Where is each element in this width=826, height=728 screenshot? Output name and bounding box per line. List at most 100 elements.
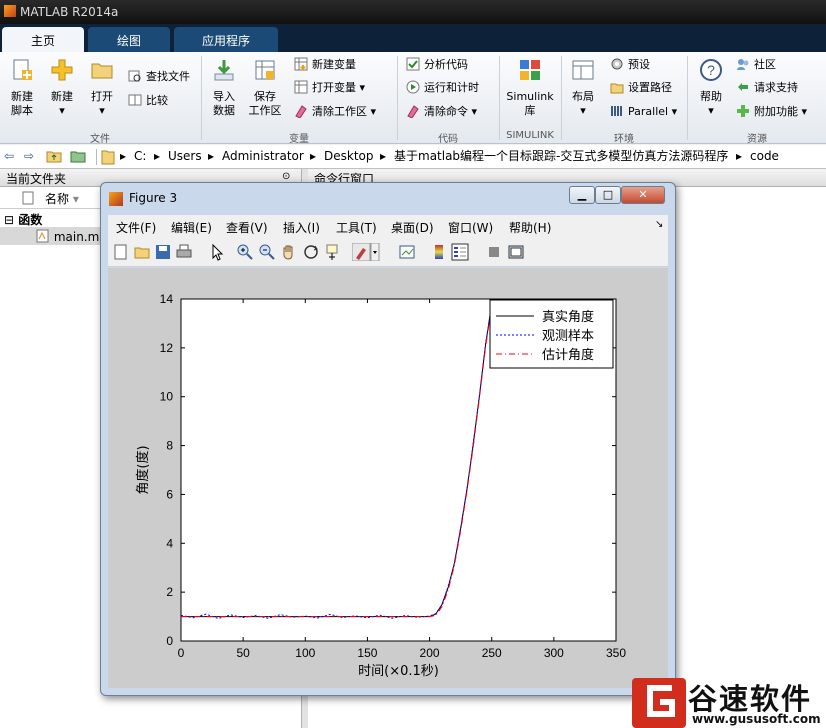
tab-plots[interactable]: 绘图 [88,27,170,52]
colorbar-icon[interactable] [430,243,448,261]
menu-window[interactable]: 窗口(W) [448,219,493,236]
legend-icon[interactable] [451,243,469,261]
y-tick-label: 10 [160,390,174,404]
print-icon[interactable] [175,243,193,261]
path-segment-project[interactable]: 基于matlab编程一个目标跟踪-交互式多模型仿真方法源码程序 [394,145,728,167]
figure-toolbar [108,237,668,267]
brush-icon[interactable] [352,243,380,261]
save-workspace-button[interactable]: 保存 工作区 [244,58,286,118]
close-button[interactable]: ✕ [621,186,665,204]
path-segment-administrator[interactable]: Administrator [222,145,304,167]
preferences-button[interactable]: 预设 [610,56,650,76]
menu-insert[interactable]: 插入(I) [283,219,320,236]
ribbon-toolstrip: 新建 脚本 新建 ▾ 打开 ▾ 查找文件 比较 文件 导入 数据 保存 工作区 … [0,52,826,145]
parallel-button[interactable]: Parallel ▾ [610,103,677,123]
simulink-icon [520,60,540,80]
link-plot-icon[interactable] [398,243,416,261]
chevron-down-icon: ▾ [801,105,808,118]
figure-canvas[interactable]: 0 50 100 150 200 250 300 350 0 2 4 6 8 10 12 14 时间(×0.1秒… [108,268,668,688]
group-label-code: 代码 [438,134,458,145]
analyze-code-button[interactable]: 分析代码 [406,56,468,76]
chevron-down-icon: ▾ [708,104,714,117]
minimize-button[interactable]: ▁ [569,186,595,204]
dock-arrow-icon[interactable]: ↘ [655,219,663,230]
group-label-variable: 变量 [289,134,309,145]
folder-icon [101,150,115,165]
addons-button[interactable]: 附加功能 ▾ [736,103,807,123]
pan-hand-icon[interactable] [280,243,298,261]
layout-button[interactable]: 布局 ▾ [566,58,600,118]
collapse-icon[interactable]: ⊟ [4,213,14,227]
y-tick-label: 0 [166,634,173,648]
support-icon [738,83,748,91]
new-variable-button[interactable]: 新建变量 [294,56,356,76]
help-button[interactable]: ? 帮助 ▾ [694,58,728,118]
open-label: 打开 [91,90,113,103]
path-segment-drive[interactable]: C: [134,145,146,167]
column-name-label: 名称 [45,192,70,206]
new-figure-icon[interactable] [112,243,130,261]
open-button[interactable]: 打开 ▾ [84,58,120,118]
panel-menu-icon[interactable]: ⊙ [282,171,290,182]
group-functions-label: 函数 [18,213,43,227]
tab-apps[interactable]: 应用程序 [174,27,278,52]
group-label-environment: 环境 [614,134,634,145]
zoom-in-icon[interactable] [236,243,254,261]
back-arrow-icon[interactable]: ⇦ [4,145,14,167]
plot-svg[interactable]: 0 50 100 150 200 250 300 350 0 2 4 6 8 10 12 14 时间(×0.1秒… [108,268,668,688]
y-tick-label: 6 [166,487,173,501]
set-path-label: 设置路径 [628,81,672,94]
chevron-down-icon: ▾ [359,81,366,94]
open-file-icon[interactable] [133,243,151,261]
new-button[interactable]: 新建 ▾ [44,58,80,118]
path-segment-code[interactable]: code [750,145,779,167]
x-axis-label: 时间(×0.1秒) [358,664,439,679]
path-segment-users[interactable]: Users [168,145,202,167]
open-variable-button[interactable]: 打开变量 ▾ [294,79,365,99]
chevron-down-icon: ▾ [671,105,678,118]
request-support-button[interactable]: 请求支持 [736,79,798,99]
browse-folder-icon[interactable] [70,149,86,163]
run-and-time-button[interactable]: 运行和计时 [406,79,479,99]
forward-arrow-icon[interactable]: ⇨ [24,145,34,167]
new-script-button[interactable]: 新建 脚本 [4,58,40,118]
plot-layer: 0 50 100 150 200 250 300 350 0 2 4 6 8 10 12 14 时间(×0.1秒… [135,292,626,679]
show-tools-icon[interactable] [507,243,525,261]
figure-titlebar[interactable]: Figure 3 ▁ □ ✕ [101,183,675,215]
menu-file[interactable]: 文件(F) [116,219,156,236]
tab-home[interactable]: 主页 [2,27,84,52]
data-cursor-icon[interactable] [324,243,342,261]
path-segment-desktop[interactable]: Desktop [324,145,374,167]
maximize-button[interactable]: □ [595,186,621,204]
import-data-button[interactable]: 导入 数据 [206,58,242,118]
community-button[interactable]: 社区 [736,56,776,76]
group-divider [561,56,562,140]
pointer-icon[interactable] [208,243,226,261]
preferences-label: 预设 [628,58,650,71]
menu-edit[interactable]: 编辑(E) [171,219,212,236]
watermark-url: www.gususoft.com [692,712,821,726]
hide-tools-icon[interactable] [485,243,503,261]
x-tick-label: 250 [482,646,502,660]
y-tick-label: 2 [166,585,173,599]
set-path-button[interactable]: 设置路径 [610,79,672,99]
legend-label-1: 真实角度 [542,309,594,325]
up-folder-icon[interactable] [46,149,62,163]
find-files-button[interactable]: 查找文件 [128,68,190,88]
simulink-library-button[interactable]: Simulink 库 [504,58,556,118]
menu-tools[interactable]: 工具(T) [336,219,377,236]
menu-view[interactable]: 查看(V) [226,219,268,236]
import-data-icon [214,60,234,81]
path-toolbar: ⇦ ⇨ ▸ C: ▸ Users ▸ Administrator ▸ Deskt… [0,145,826,169]
rotate-3d-icon[interactable] [302,243,320,261]
save-icon[interactable] [154,243,172,261]
clear-commands-button[interactable]: 清除命令 ▾ [406,103,477,123]
clear-workspace-button[interactable]: 清除工作区 ▾ [294,103,376,123]
menu-help[interactable]: 帮助(H) [509,219,551,236]
x-tick-label: 0 [178,646,185,660]
figure-window[interactable]: Figure 3 ▁ □ ✕ 文件(F) 编辑(E) 查看(V) 插入(I) 工… [100,182,676,696]
group-label-file: 文件 [90,134,110,145]
compare-button[interactable]: 比较 [128,92,168,112]
zoom-out-icon[interactable] [258,243,276,261]
menu-desktop[interactable]: 桌面(D) [391,219,434,236]
